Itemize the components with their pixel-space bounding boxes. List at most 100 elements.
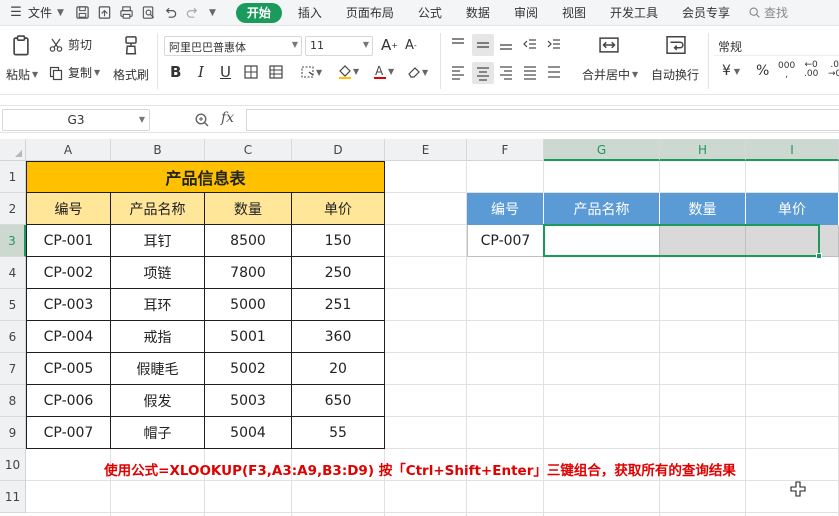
column-header-d[interactable]: D bbox=[292, 139, 385, 161]
table-cell[interactable]: 耳环 bbox=[111, 289, 205, 321]
align-middle-icon[interactable] bbox=[472, 34, 494, 56]
row-header-4[interactable]: 4 bbox=[0, 257, 26, 289]
table-header-cell[interactable]: 单价 bbox=[292, 193, 385, 225]
table-title-cell[interactable]: 产品信息表 bbox=[26, 161, 385, 193]
percent-button[interactable]: % bbox=[756, 63, 769, 79]
column-header-h[interactable]: H bbox=[660, 139, 746, 161]
table-cell[interactable]: 20 bbox=[292, 353, 385, 385]
fill-handle[interactable] bbox=[816, 253, 822, 259]
align-left-icon[interactable] bbox=[450, 64, 466, 80]
table-cell[interactable]: 项链 bbox=[111, 257, 205, 289]
tab-view[interactable]: 视图 bbox=[550, 0, 598, 26]
hamburger-menu-icon[interactable]: ☰ bbox=[6, 0, 26, 26]
align-bottom-icon[interactable] bbox=[498, 36, 514, 52]
tab-review[interactable]: 审阅 bbox=[502, 0, 550, 26]
table-cell[interactable]: 650 bbox=[292, 385, 385, 417]
table-cell[interactable]: 8500 bbox=[205, 225, 292, 257]
eraser-icon[interactable]: ▼ bbox=[406, 64, 428, 80]
formula-input[interactable] bbox=[246, 109, 839, 131]
align-top-icon[interactable] bbox=[450, 36, 466, 52]
row-header-10[interactable]: 10 bbox=[0, 449, 26, 481]
table-cell[interactable]: 55 bbox=[292, 417, 385, 449]
lookup-header-cell[interactable]: 产品名称 bbox=[544, 193, 660, 225]
print-icon[interactable] bbox=[116, 0, 138, 26]
table-cell[interactable]: 5000 bbox=[205, 289, 292, 321]
table-cell[interactable]: 360 bbox=[292, 321, 385, 353]
number-format-select[interactable]: 常规 bbox=[714, 36, 839, 56]
file-menu[interactable]: 文件 bbox=[28, 4, 52, 21]
align-right-icon[interactable] bbox=[498, 64, 514, 80]
font-name-select[interactable]: 阿里巴巴普惠体 ▼ bbox=[164, 36, 302, 56]
save-icon[interactable] bbox=[72, 0, 94, 26]
fill-color-icon[interactable]: ▼ bbox=[337, 63, 359, 79]
table-cell[interactable]: 帽子 bbox=[111, 417, 205, 449]
row-header-9[interactable]: 9 bbox=[0, 417, 26, 449]
copy-button[interactable]: 复制 ▼ bbox=[48, 64, 100, 81]
row-header-11[interactable]: 11 bbox=[0, 481, 26, 513]
table-cell[interactable]: 250 bbox=[292, 257, 385, 289]
search-box[interactable]: 查找 bbox=[748, 0, 788, 26]
merge-center-button[interactable]: 合并居中 ▼ bbox=[582, 66, 638, 83]
row-header-1[interactable]: 1 bbox=[0, 161, 26, 193]
tab-member[interactable]: 会员专享 bbox=[670, 0, 742, 26]
wrap-text-button[interactable]: 自动换行 bbox=[651, 66, 699, 83]
cut-button[interactable]: 剪切 bbox=[48, 36, 92, 53]
row-header-5[interactable]: 5 bbox=[0, 289, 26, 321]
fx-icon[interactable]: fx bbox=[221, 110, 234, 126]
tab-page-layout[interactable]: 页面布局 bbox=[334, 0, 406, 26]
table-cell[interactable]: 5001 bbox=[205, 321, 292, 353]
lookup-key-cell[interactable]: CP-007 bbox=[467, 225, 544, 257]
table-cell[interactable]: CP-005 bbox=[26, 353, 111, 385]
column-header-a[interactable]: A bbox=[26, 139, 111, 161]
table-cell[interactable]: 7800 bbox=[205, 257, 292, 289]
quick-access-more-icon[interactable]: ▼ bbox=[209, 8, 216, 18]
export-icon[interactable] bbox=[94, 0, 116, 26]
border-icon[interactable] bbox=[243, 64, 259, 80]
merge-center-icon[interactable] bbox=[598, 34, 620, 56]
row-header-2[interactable]: 2 bbox=[0, 193, 26, 225]
bold-icon[interactable]: B bbox=[170, 63, 181, 81]
table-cell[interactable]: CP-007 bbox=[26, 417, 111, 449]
underline-icon[interactable]: U bbox=[220, 63, 231, 81]
table-cell[interactable]: 5004 bbox=[205, 417, 292, 449]
indent-decrease-icon[interactable] bbox=[522, 36, 538, 52]
column-header-i[interactable]: I bbox=[746, 139, 839, 161]
column-header-c[interactable]: C bbox=[205, 139, 292, 161]
column-header-e[interactable]: E bbox=[385, 139, 467, 161]
table-cell[interactable]: 150 bbox=[292, 225, 385, 257]
redo-icon[interactable] bbox=[182, 0, 204, 26]
italic-icon[interactable]: I bbox=[198, 63, 204, 81]
chevron-down-icon[interactable]: ▼ bbox=[57, 8, 64, 18]
lookup-header-cell[interactable]: 单价 bbox=[746, 193, 839, 225]
distributed-align-icon[interactable] bbox=[546, 64, 562, 80]
table-cell[interactable]: CP-006 bbox=[26, 385, 111, 417]
table-cell[interactable]: 5003 bbox=[205, 385, 292, 417]
justify-icon[interactable] bbox=[522, 64, 538, 80]
table-header-cell[interactable]: 产品名称 bbox=[111, 193, 205, 225]
undo-icon[interactable] bbox=[160, 0, 182, 26]
font-color-icon[interactable]: A ▼ bbox=[372, 63, 394, 79]
format-painter-button[interactable]: 格式刷 bbox=[113, 66, 149, 83]
thousands-separator-icon[interactable]: 000, bbox=[778, 62, 795, 80]
decrease-decimal-icon[interactable]: .0 →0 bbox=[828, 61, 839, 79]
increase-font-icon[interactable]: A + bbox=[381, 36, 398, 54]
table-cell[interactable]: 戒指 bbox=[111, 321, 205, 353]
table-cell[interactable]: 5002 bbox=[205, 353, 292, 385]
paste-icon[interactable] bbox=[10, 34, 32, 56]
table-cell[interactable]: CP-004 bbox=[26, 321, 111, 353]
column-header-b[interactable]: B bbox=[111, 139, 205, 161]
name-box[interactable]: G3 ▼ bbox=[2, 109, 150, 131]
table-cell[interactable]: 251 bbox=[292, 289, 385, 321]
select-all-corner[interactable] bbox=[0, 139, 26, 161]
row-header-6[interactable]: 6 bbox=[0, 321, 26, 353]
table-header-cell[interactable]: 编号 bbox=[26, 193, 111, 225]
row-header-3[interactable]: 3 bbox=[0, 225, 26, 257]
table-header-cell[interactable]: 数量 bbox=[205, 193, 292, 225]
table-cell[interactable]: CP-002 bbox=[26, 257, 111, 289]
tab-developer[interactable]: 开发工具 bbox=[598, 0, 670, 26]
tab-home[interactable]: 开始 bbox=[235, 2, 282, 23]
table-style-icon[interactable] bbox=[268, 64, 284, 80]
wrap-text-icon[interactable] bbox=[665, 34, 687, 56]
tab-insert[interactable]: 插入 bbox=[286, 0, 334, 26]
zoom-icon[interactable] bbox=[194, 112, 210, 128]
